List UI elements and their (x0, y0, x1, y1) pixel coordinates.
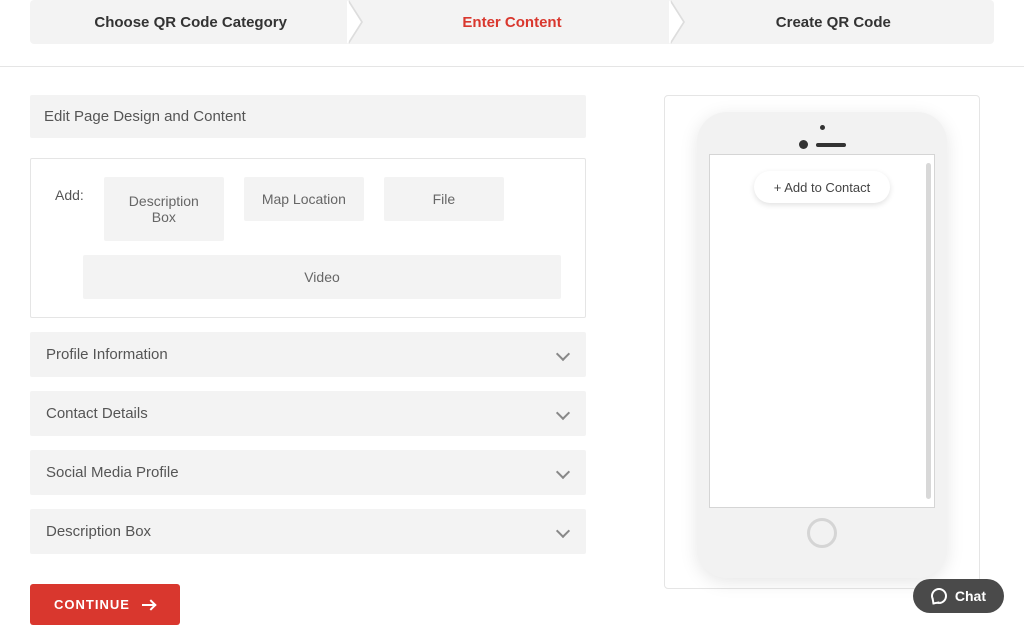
arrow-right-icon (142, 600, 156, 610)
accordion-profile-info[interactable]: Profile Information (30, 332, 586, 377)
phone-speaker-row (799, 140, 846, 149)
section-header: Edit Page Design and Content (30, 95, 586, 138)
add-box: Add: Description Box Map Location File V… (30, 158, 586, 318)
main-content: Edit Page Design and Content Add: Descri… (0, 67, 1024, 625)
step-enter-content[interactable]: Enter Content (351, 0, 672, 44)
step-label: Enter Content (462, 14, 561, 31)
chevron-down-icon (556, 348, 570, 362)
phone-screen: + Add to Contact (709, 154, 935, 508)
accordion-description-box[interactable]: Description Box (30, 509, 586, 554)
add-chip-video[interactable]: Video (83, 255, 561, 299)
accordion-title: Profile Information (46, 346, 168, 363)
step-divider (347, 0, 361, 44)
accordion-title: Social Media Profile (46, 464, 179, 481)
preview-panel: + Add to Contact (664, 95, 980, 589)
accordion-title: Contact Details (46, 405, 148, 422)
continue-label: CONTINUE (54, 597, 130, 612)
add-chip-map-location[interactable]: Map Location (244, 177, 364, 221)
step-divider (669, 0, 683, 44)
phone-sensor-icon (799, 140, 808, 149)
phone-top (709, 124, 935, 150)
chat-icon (931, 588, 947, 604)
add-to-contact-button[interactable]: + Add to Contact (754, 171, 890, 203)
chevron-down-icon (556, 466, 570, 480)
add-label: Add: (55, 177, 84, 203)
add-chip-file[interactable]: File (384, 177, 504, 221)
accordion-title: Description Box (46, 523, 151, 540)
step-choose-category[interactable]: Choose QR Code Category (30, 0, 351, 44)
accordion-contact-details[interactable]: Contact Details (30, 391, 586, 436)
phone-camera-icon (820, 125, 825, 130)
continue-button[interactable]: CONTINUE (30, 584, 180, 625)
step-create-qr[interactable]: Create QR Code (673, 0, 994, 44)
phone-home-button-icon (807, 518, 837, 548)
step-label: Choose QR Code Category (94, 14, 287, 31)
chat-label: Chat (955, 588, 986, 604)
add-row: Add: Description Box Map Location File (55, 177, 561, 241)
step-label: Create QR Code (776, 14, 891, 31)
left-panel: Edit Page Design and Content Add: Descri… (30, 95, 586, 625)
progress-stepper: Choose QR Code Category Enter Content Cr… (30, 0, 994, 44)
add-chip-description-box[interactable]: Description Box (104, 177, 224, 241)
accordion-social-media[interactable]: Social Media Profile (30, 450, 586, 495)
phone-speaker-icon (816, 143, 846, 147)
phone-mockup: + Add to Contact (697, 112, 947, 578)
scrollbar[interactable] (926, 163, 931, 499)
chat-widget[interactable]: Chat (913, 579, 1004, 613)
chevron-down-icon (556, 525, 570, 539)
chevron-down-icon (556, 407, 570, 421)
